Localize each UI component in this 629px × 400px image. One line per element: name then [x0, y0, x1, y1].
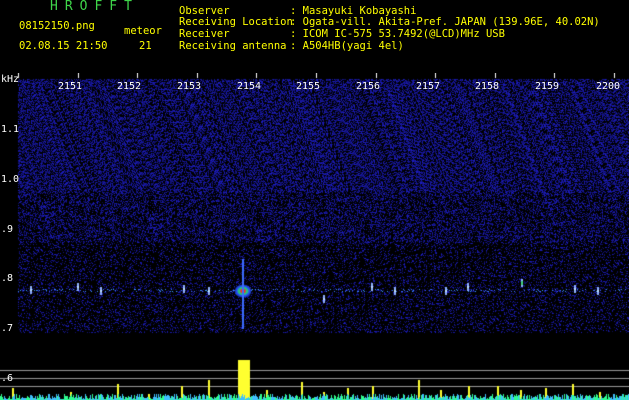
receiver-value: : ICOM IC-575 53.7492(@LCD)MHz USB: [290, 28, 505, 40]
y-tick-0-8: .8: [1, 273, 14, 284]
x-tick-2155: 2155: [296, 81, 321, 92]
hrofft-logo: HROFFT: [50, 0, 139, 14]
y-tick-0-7: .7: [1, 323, 14, 334]
x-tick-2151: 2151: [58, 81, 83, 92]
x-tick-2153: 2153: [177, 81, 202, 92]
receiver-label: Receiver: [179, 28, 230, 40]
x-tick-2200: 2200: [596, 81, 621, 92]
location-value: : Ogata-vill. Akita-Pref. JAPAN (139.96E…: [290, 16, 600, 28]
x-tick-2159: 2159: [535, 81, 560, 92]
y-tick-0-9: .9: [1, 224, 14, 235]
y-tick-0-6: .6: [1, 373, 14, 384]
y-unit-label: kHz: [1, 74, 20, 85]
x-tick-2157: 2157: [416, 81, 441, 92]
location-label: Receiving Location: [179, 16, 293, 28]
y-tick-1-0: 1.0: [1, 174, 20, 185]
antenna-label: Receiving antenna: [179, 40, 287, 52]
meteor-count: 21: [139, 40, 152, 52]
x-tick-2152: 2152: [117, 81, 142, 92]
antenna-value: : A504HB(yagi 4el): [290, 40, 404, 52]
meteor-label: meteor: [124, 25, 162, 37]
y-tick-1-1: 1.1: [1, 124, 20, 135]
filename: 08152150.png: [19, 20, 95, 32]
x-tick-2154: 2154: [237, 81, 262, 92]
x-tick-2158: 2158: [475, 81, 500, 92]
spectrogram: [0, 73, 629, 400]
x-tick-2156: 2156: [356, 81, 381, 92]
datetime: 02.08.15 21:50: [19, 40, 108, 52]
